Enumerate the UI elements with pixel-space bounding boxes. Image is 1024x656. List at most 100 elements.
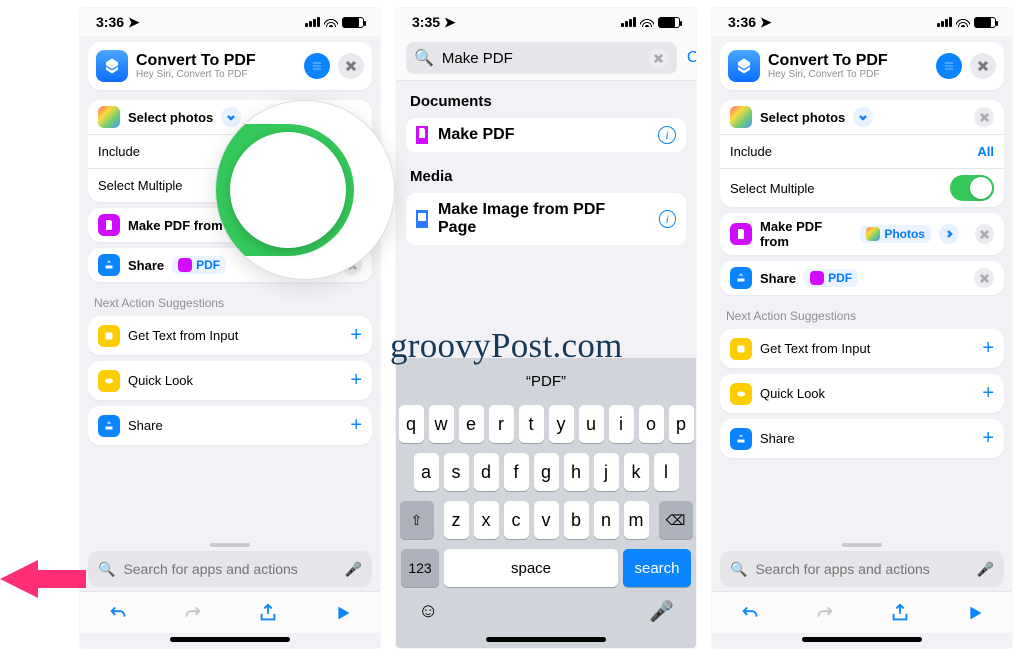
key-l[interactable]: l: [654, 453, 679, 491]
result-make-pdf[interactable]: Make PDF i: [406, 118, 686, 152]
pdf-icon: [98, 214, 120, 236]
mic-icon[interactable]: 🎤: [345, 561, 362, 578]
clear-search-icon[interactable]: [649, 48, 669, 68]
key-p[interactable]: p: [669, 405, 694, 443]
info-icon[interactable]: i: [659, 210, 676, 228]
add-icon[interactable]: +: [350, 414, 362, 437]
key-n[interactable]: n: [594, 501, 619, 539]
key-y[interactable]: y: [549, 405, 574, 443]
delete-action-icon[interactable]: [974, 107, 994, 127]
prediction-bar[interactable]: “PDF”: [396, 362, 696, 400]
key-h[interactable]: h: [564, 453, 589, 491]
key-g[interactable]: g: [534, 453, 559, 491]
add-icon[interactable]: +: [982, 427, 994, 450]
include-value[interactable]: All: [977, 144, 994, 159]
eye-icon: [98, 370, 120, 392]
play-button[interactable]: [332, 602, 354, 624]
action-share[interactable]: Share PDF: [720, 261, 1004, 295]
undo-button[interactable]: [107, 602, 129, 624]
suggestion-get-text[interactable]: Get Text from Input+: [720, 329, 1004, 368]
keyboard[interactable]: “PDF” qwertyuiop asdfghjkl ⇧ zxcvbnm ⌫ 1…: [396, 358, 696, 648]
key-d[interactable]: d: [474, 453, 499, 491]
suggestion-share[interactable]: Share+: [88, 406, 372, 445]
home-indicator[interactable]: [170, 637, 290, 642]
undo-button[interactable]: [739, 602, 761, 624]
key-o[interactable]: o: [639, 405, 664, 443]
shift-key[interactable]: ⇧: [400, 501, 434, 539]
key-k[interactable]: k: [624, 453, 649, 491]
battery-icon: [342, 17, 364, 28]
pdf-icon: [416, 126, 428, 144]
add-icon[interactable]: +: [350, 324, 362, 347]
home-indicator[interactable]: [486, 637, 606, 642]
key-s[interactable]: s: [444, 453, 469, 491]
mic-icon[interactable]: 🎤: [977, 561, 994, 578]
home-indicator[interactable]: [802, 637, 922, 642]
add-icon[interactable]: +: [982, 337, 994, 360]
key-q[interactable]: q: [399, 405, 424, 443]
key-t[interactable]: t: [519, 405, 544, 443]
expand-icon[interactable]: [853, 107, 873, 127]
settings-button[interactable]: [304, 53, 330, 79]
backspace-key[interactable]: ⌫: [659, 501, 693, 539]
action-make-pdf[interactable]: Make PDF from Photos: [720, 213, 1004, 255]
add-icon[interactable]: +: [350, 369, 362, 392]
delete-action-icon[interactable]: [974, 268, 994, 288]
key-b[interactable]: b: [564, 501, 589, 539]
param-include[interactable]: Include All: [720, 134, 1004, 168]
emoji-key[interactable]: ☺: [418, 600, 438, 623]
cellular-icon: [305, 17, 320, 27]
result-make-image[interactable]: Make Image from PDF Page i: [406, 193, 686, 245]
add-icon[interactable]: +: [982, 382, 994, 405]
dictation-key[interactable]: 🎤: [649, 599, 674, 624]
key-x[interactable]: x: [474, 501, 499, 539]
shortcut-icon: [728, 50, 760, 82]
action-select-photos[interactable]: Select photos Include All Select Multipl…: [720, 100, 1004, 207]
cancel-button[interactable]: Cancel: [687, 49, 696, 67]
close-button[interactable]: [970, 53, 996, 79]
play-button[interactable]: [964, 602, 986, 624]
multiple-toggle[interactable]: [950, 175, 994, 201]
key-a[interactable]: a: [414, 453, 439, 491]
close-button[interactable]: [338, 53, 364, 79]
variable-pdf[interactable]: PDF: [172, 256, 226, 274]
key-i[interactable]: i: [609, 405, 634, 443]
watermark-text: groovyPost.com: [390, 326, 623, 366]
numbers-key[interactable]: 123: [401, 549, 439, 587]
space-key[interactable]: space: [444, 549, 618, 587]
param-select-multiple[interactable]: Select Multiple: [720, 168, 1004, 207]
suggestion-get-text[interactable]: Get Text from Input+: [88, 316, 372, 355]
settings-button[interactable]: [936, 53, 962, 79]
key-v[interactable]: v: [534, 501, 559, 539]
key-u[interactable]: u: [579, 405, 604, 443]
search-key[interactable]: search: [623, 549, 691, 587]
key-e[interactable]: e: [459, 405, 484, 443]
wifi-icon: [640, 17, 654, 27]
key-z[interactable]: z: [444, 501, 469, 539]
variable-photos[interactable]: Photos: [860, 225, 931, 243]
key-c[interactable]: c: [504, 501, 529, 539]
sheet-grabber[interactable]: [842, 543, 882, 547]
key-r[interactable]: r: [489, 405, 514, 443]
key-f[interactable]: f: [504, 453, 529, 491]
suggestion-share[interactable]: Share+: [720, 419, 1004, 458]
delete-action-icon[interactable]: [975, 224, 995, 244]
suggestion-quick-look[interactable]: Quick Look+: [720, 374, 1004, 413]
key-w[interactable]: w: [429, 405, 454, 443]
search-input[interactable]: [121, 560, 338, 578]
search-input[interactable]: [753, 560, 970, 578]
key-j[interactable]: j: [594, 453, 619, 491]
action-search[interactable]: 🔍 🎤: [88, 551, 372, 587]
variable-pdf[interactable]: PDF: [804, 269, 858, 287]
share-sheet-button[interactable]: [889, 602, 911, 624]
action-search[interactable]: 🔍 🎤: [720, 551, 1004, 587]
suggestion-quick-look[interactable]: Quick Look+: [88, 361, 372, 400]
info-icon[interactable]: i: [658, 126, 676, 144]
key-m[interactable]: m: [624, 501, 649, 539]
search-input[interactable]: [440, 49, 643, 68]
search-field[interactable]: 🔍: [406, 42, 677, 74]
sheet-grabber[interactable]: [210, 543, 250, 547]
search-icon: 🔍: [730, 561, 747, 578]
share-sheet-button[interactable]: [257, 602, 279, 624]
chevron-right-icon[interactable]: [939, 224, 959, 244]
